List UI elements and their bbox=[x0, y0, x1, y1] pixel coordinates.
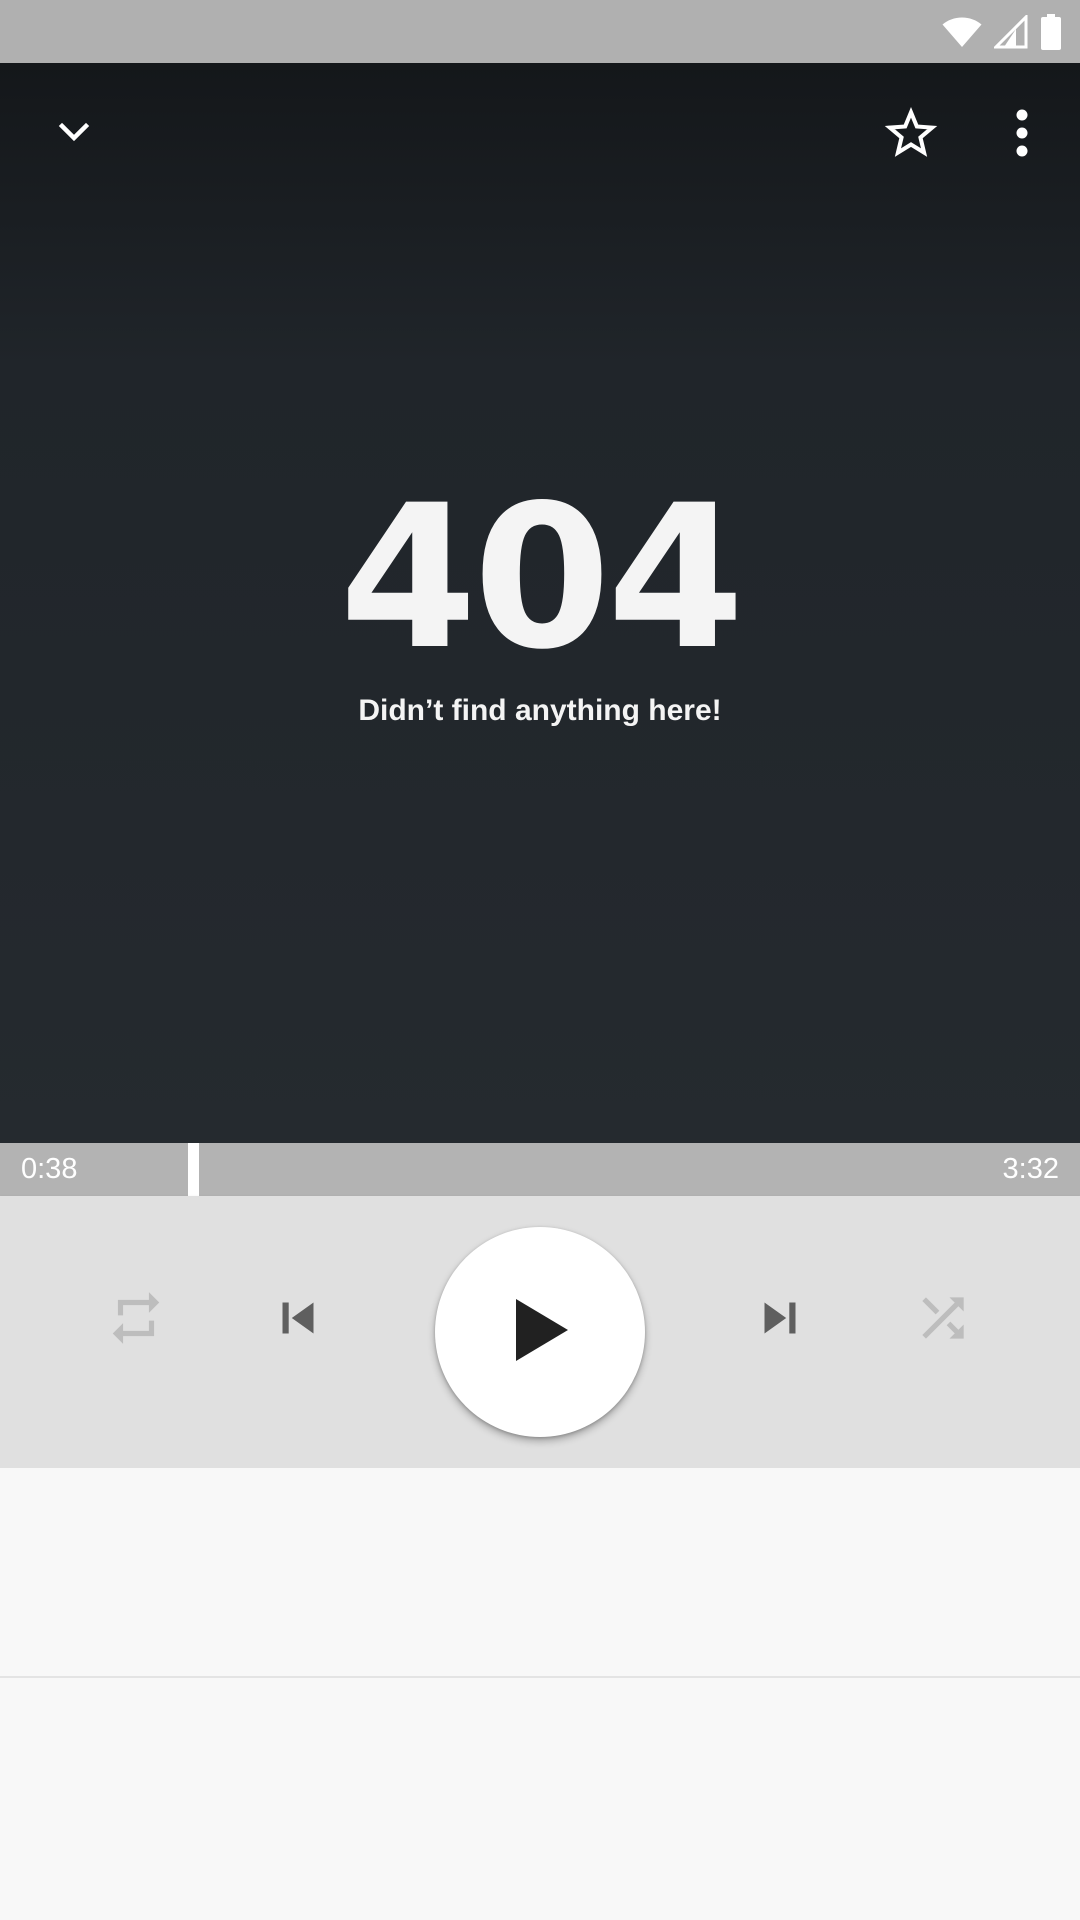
repeat-icon bbox=[105, 1287, 167, 1354]
favorite-button[interactable] bbox=[863, 87, 959, 183]
seek-bar[interactable]: 0:38 3:32 bbox=[0, 1143, 1080, 1196]
skip-previous-icon bbox=[267, 1287, 329, 1354]
cell-signal-icon bbox=[994, 15, 1028, 49]
next-button[interactable] bbox=[734, 1274, 826, 1366]
shuffle-icon bbox=[912, 1287, 974, 1354]
more-vert-icon bbox=[1014, 109, 1030, 162]
skip-next-icon bbox=[749, 1287, 811, 1354]
status-icons bbox=[942, 12, 1062, 52]
previous-button[interactable] bbox=[252, 1274, 344, 1366]
status-bar bbox=[0, 0, 1080, 63]
play-icon bbox=[508, 1298, 572, 1367]
more-options-button[interactable] bbox=[974, 87, 1070, 183]
album-artwork: 404 Didn’t find anything here! bbox=[0, 63, 1080, 1143]
collapse-button[interactable] bbox=[26, 87, 122, 183]
list-divider bbox=[0, 1676, 1080, 1678]
wifi-icon bbox=[942, 16, 982, 48]
now-playing-screen: 404 Didn’t find anything here! 0:38 3:32 bbox=[0, 0, 1080, 1920]
repeat-button[interactable] bbox=[90, 1274, 182, 1366]
playback-controls bbox=[0, 1196, 1080, 1468]
shuffle-button[interactable] bbox=[897, 1274, 989, 1366]
queue-list bbox=[0, 1468, 1080, 1920]
error-code: 404 bbox=[339, 462, 744, 693]
play-button[interactable] bbox=[435, 1227, 645, 1437]
total-time: 3:32 bbox=[1002, 1153, 1059, 1185]
battery-icon bbox=[1040, 14, 1062, 50]
star-outline-icon bbox=[884, 106, 938, 165]
seek-thumb[interactable] bbox=[188, 1143, 199, 1196]
chevron-down-icon bbox=[54, 113, 94, 158]
error-message: Didn’t find anything here! bbox=[358, 694, 722, 727]
elapsed-time: 0:38 bbox=[21, 1153, 78, 1185]
